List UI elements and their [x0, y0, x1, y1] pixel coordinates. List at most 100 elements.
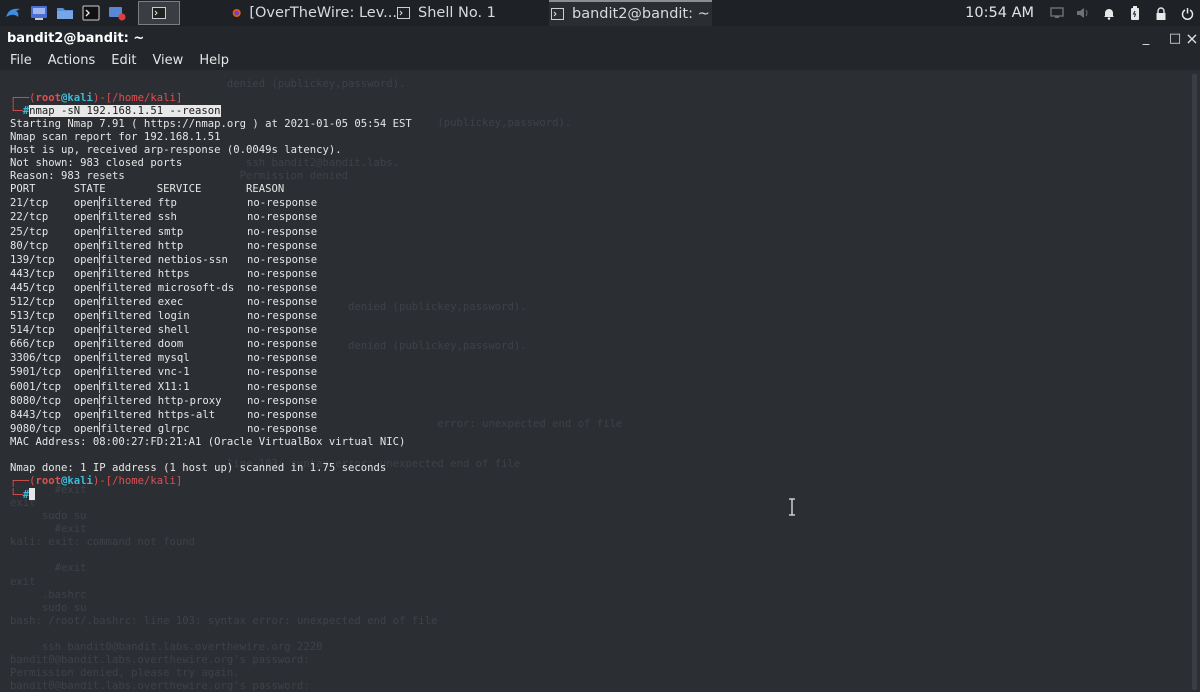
clock[interactable]: 10:54 AM: [965, 5, 1034, 21]
table-row: 513/tcp openfiltered login no-response: [10, 309, 318, 323]
nmap-header: Starting Nmap 7.91 ( https://nmap.org ) …: [10, 118, 412, 182]
state-separator: [99, 379, 101, 393]
power-button[interactable]: [1174, 0, 1200, 26]
task-bandit-terminal-active[interactable]: bandit2@bandit: ~: [549, 0, 712, 26]
nmap-header-line: Starting Nmap 7.91 ( https://nmap.org ) …: [10, 117, 412, 130]
terminal-output: ┌──(root@kali)-[/home/kali] └─#nmap -sN …: [10, 79, 412, 516]
show-desktop-button[interactable]: [26, 0, 52, 26]
notifications-button[interactable]: [1096, 0, 1122, 26]
taskbar-spacer: [130, 0, 138, 26]
firefox-icon: [232, 8, 241, 18]
table-row: 21/tcp openfiltered ftp no-response: [10, 196, 318, 210]
table-row: 666/tcp openfiltered doom no-response: [10, 337, 318, 351]
state-separator: [99, 337, 101, 351]
file-manager-button[interactable]: [52, 0, 78, 26]
nmap-header-line: Host is up, received arp-response (0.004…: [10, 143, 342, 156]
task-label: [OverTheWire: Lev...: [249, 5, 397, 21]
volume-button[interactable]: [1070, 0, 1096, 26]
terminal-scrollbar[interactable]: [1189, 72, 1200, 692]
kali-dragon-icon: [6, 8, 20, 17]
table-row: 6001/tcp openfiltered X11:1 no-response: [10, 379, 318, 393]
terminal-launcher-button[interactable]: [78, 0, 104, 26]
system-tray: 10:54 AM: [965, 0, 1200, 26]
state-separator: [99, 210, 101, 224]
command-line: └─#nmap -sN 192.168.1.51 --reason: [10, 104, 221, 117]
task-label: bandit2@bandit: ~: [572, 6, 710, 22]
table-row: 80/tcp openfiltered http no-response: [10, 238, 318, 252]
table-row: 9080/tcp openfiltered glrpc no-response: [10, 421, 318, 435]
folder-icon: [57, 8, 73, 19]
prompt-line-2: ┌──(root@kali)-[/home/kali]: [10, 475, 183, 488]
state-separator: [99, 407, 101, 421]
battery-indicator[interactable]: [1122, 0, 1148, 26]
workspace-switcher[interactable]: [138, 1, 180, 25]
terminal-icon: [82, 5, 100, 21]
task-shell-no-1[interactable]: Shell No. 1: [397, 0, 549, 26]
taskbar: [OverTheWire: Lev... Shell No. 1 bandit2…: [0, 0, 1200, 26]
power-icon: [1181, 7, 1193, 20]
table-row: 8443/tcp openfiltered https-alt no-respo…: [10, 407, 318, 421]
recorder-icon: [109, 7, 126, 21]
battery-icon: [1131, 6, 1139, 20]
speaker-icon: [1077, 8, 1088, 18]
task-firefox[interactable]: [OverTheWire: Lev...: [232, 0, 397, 26]
state-separator: [99, 323, 101, 337]
table-row: 25/tcp openfiltered smtp no-response: [10, 224, 318, 238]
desktop-icon: [31, 6, 47, 20]
bell-icon: [1104, 8, 1114, 20]
table-row: 445/tcp openfiltered microsoft-ds no-res…: [10, 280, 318, 294]
state-separator: [99, 421, 101, 435]
state-separator: [99, 238, 101, 252]
nmap-header-line: Reason: 983 resets: [10, 170, 125, 183]
table-row: 139/tcp openfiltered netbios-ssn no-resp…: [10, 252, 318, 266]
state-separator: [99, 309, 101, 323]
state-separator: [99, 365, 101, 379]
table-row: 512/tcp openfiltered exec no-response: [10, 295, 318, 308]
state-separator: [99, 351, 101, 365]
display-icon: [1050, 7, 1064, 18]
window-titlebar[interactable]: bandit2@bandit: ~ _ □ ×: [0, 26, 1200, 50]
text-cursor: [29, 488, 36, 501]
menu-view[interactable]: View: [152, 53, 183, 68]
state-separator: [99, 224, 101, 238]
state-separator: [99, 295, 101, 308]
nmap-header-line: Not shown: 983 closed ports: [10, 157, 183, 170]
table-row: 443/tcp openfiltered https no-response: [10, 266, 318, 280]
terminal-icon: [551, 8, 564, 20]
state-separator: [99, 393, 101, 407]
command-line-2: └─#: [10, 488, 36, 501]
table-row: 5901/tcp openfiltered vnc-1 no-response: [10, 365, 318, 379]
lock-screen-button[interactable]: [1148, 0, 1174, 26]
nmap-done-line: Nmap done: 1 IP address (1 host up) scan…: [10, 462, 387, 475]
state-separator: [99, 196, 101, 210]
table-row: 8080/tcp openfiltered http-proxy no-resp…: [10, 393, 318, 407]
state-separator: [99, 266, 101, 280]
terminal-icon: [397, 7, 410, 19]
close-button[interactable]: ×: [1180, 26, 1200, 50]
mac-address-line: MAC Address: 08:00:27:FD:21:A1 (Oracle V…: [10, 435, 406, 448]
mouse-ibeam-cursor-icon: [789, 498, 795, 516]
minimize-button[interactable]: _: [1134, 26, 1158, 50]
task-label: Shell No. 1: [418, 5, 496, 21]
menu-help[interactable]: Help: [199, 53, 229, 68]
menu-actions[interactable]: Actions: [48, 53, 96, 68]
scrollbar-thumb[interactable]: [1192, 74, 1197, 690]
window-title: bandit2@bandit: ~: [7, 30, 145, 46]
lock-icon: [1156, 6, 1166, 20]
port-table-header: PORT STATE SERVICE REASON: [10, 183, 285, 196]
port-table: PORT STATE SERVICE REASON 21/tcp openfil…: [10, 183, 317, 435]
screen-recorder-button[interactable]: [104, 0, 130, 26]
menu-file[interactable]: File: [10, 53, 32, 68]
terminal-icon: [152, 7, 166, 19]
table-row: 3306/tcp openfiltered mysql no-response: [10, 351, 318, 365]
selected-command[interactable]: nmap -sN 192.168.1.51 --reason: [29, 104, 221, 117]
screen-icon[interactable]: [1044, 0, 1070, 26]
terminal-view[interactable]: denied (publickey,password). (publickey,…: [0, 72, 1189, 692]
menu-bar: File Actions Edit View Help: [0, 50, 1200, 70]
state-separator: [99, 280, 101, 294]
prompt-line: ┌──(root@kali)-[/home/kali]: [10, 91, 183, 104]
nmap-header-line: Nmap scan report for 192.168.1.51: [10, 130, 221, 143]
kali-menu-button[interactable]: [0, 0, 26, 26]
menu-edit[interactable]: Edit: [111, 53, 136, 68]
table-row: 22/tcp openfiltered ssh no-response: [10, 210, 318, 224]
